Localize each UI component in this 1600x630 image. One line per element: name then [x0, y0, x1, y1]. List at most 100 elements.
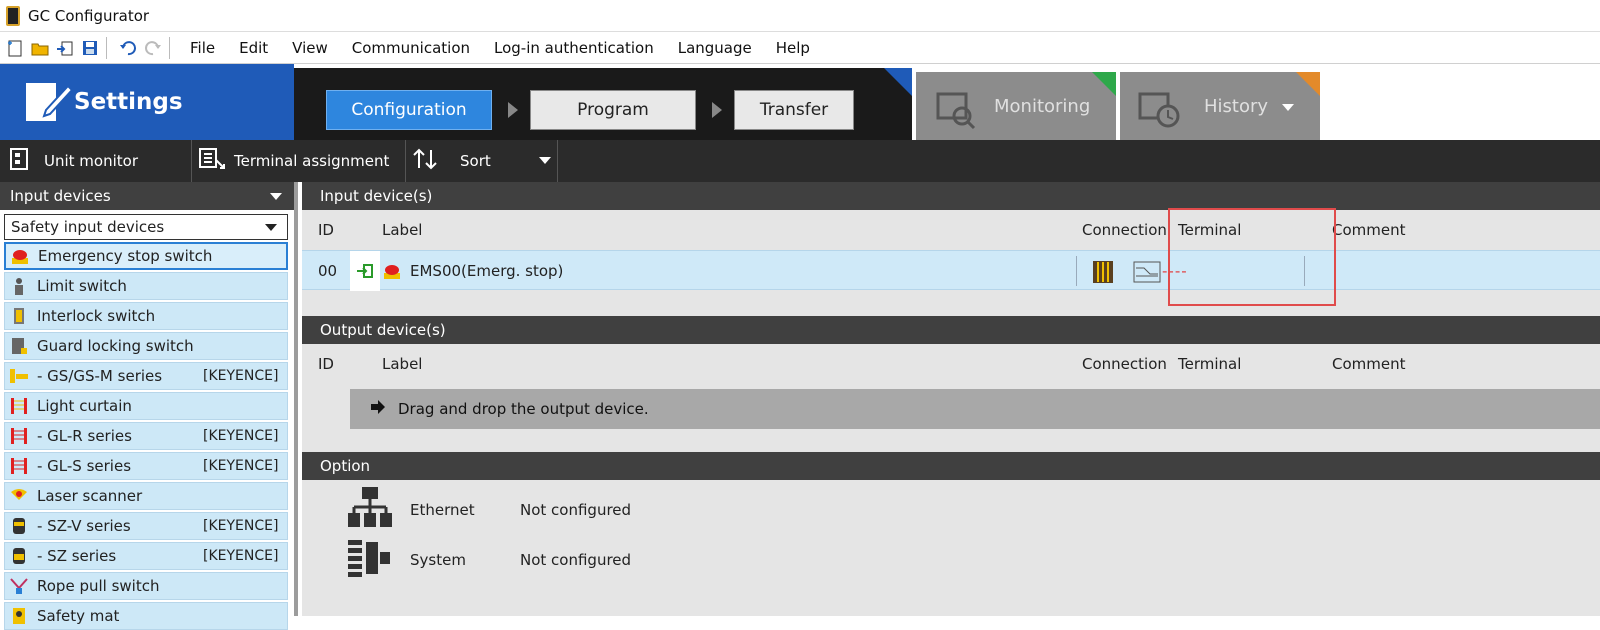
toolbar-divider — [106, 36, 107, 59]
table-row[interactable]: 00 EMS00(Emerg. stop) ---- — [302, 250, 1600, 291]
list-item[interactable]: Limit switch — [4, 272, 288, 300]
safety-mat-icon — [9, 606, 29, 626]
menu-file[interactable]: File — [190, 39, 215, 57]
list-item[interactable]: - SZ series [KEYENCE] — [4, 542, 288, 570]
terminal-assignment-label: Terminal assignment — [234, 152, 390, 170]
list-item-maker: [KEYENCE] — [203, 428, 279, 444]
menu-login-authentication[interactable]: Log-in authentication — [494, 39, 654, 57]
system-icon — [348, 538, 392, 582]
column-divider — [1076, 256, 1077, 286]
settings-edit-icon — [24, 80, 74, 124]
list-item-label: - SZ-V series — [37, 517, 131, 535]
list-item-label: - SZ series — [37, 547, 117, 565]
redo-icon[interactable] — [143, 38, 163, 58]
wiring-icon[interactable] — [1132, 260, 1162, 288]
emergency-stop-icon — [10, 246, 30, 266]
network-icon — [348, 487, 392, 533]
option-status: Not configured — [520, 551, 632, 569]
open-folder-icon[interactable] — [30, 38, 50, 58]
tab-history[interactable]: History — [1120, 72, 1320, 140]
settings-header: Settings — [0, 64, 294, 140]
tab-monitoring[interactable]: Monitoring — [916, 72, 1116, 140]
menu-language[interactable]: Language — [678, 39, 752, 57]
title-bar: GC Configurator — [0, 0, 1600, 32]
input-arrow-icon — [350, 251, 380, 291]
mode-ribbon: Configuration Program Transfer Monitorin… — [294, 64, 1600, 140]
light-curtain-icon — [9, 426, 29, 446]
option-ethernet[interactable]: Ethernet Not configured — [348, 487, 848, 533]
tab-monitoring-label: Monitoring — [994, 96, 1091, 117]
list-item-label: Light curtain — [37, 397, 132, 415]
list-item[interactable]: Safety mat — [4, 602, 288, 630]
row-label: EMS00(Emerg. stop) — [410, 262, 564, 280]
list-item[interactable]: Emergency stop switch — [4, 242, 288, 270]
undo-icon[interactable] — [118, 38, 138, 58]
gs-series-icon — [9, 366, 29, 386]
list-item[interactable]: Guard locking switch — [4, 332, 288, 360]
monitoring-icon — [936, 90, 976, 134]
column-connection: Connection — [1082, 221, 1167, 239]
step-configuration[interactable]: Configuration — [326, 90, 492, 130]
history-corner-marker — [1296, 72, 1320, 96]
column-label: Label — [382, 221, 423, 239]
step-arrow-icon — [712, 102, 722, 118]
unit-monitor-button[interactable]: Unit monitor — [0, 140, 192, 182]
terminal-block-icon[interactable] — [1092, 260, 1114, 288]
step-transfer[interactable]: Transfer — [734, 90, 854, 130]
menu-bar: File Edit View Communication Log-in auth… — [0, 32, 1600, 64]
arrow-right-icon — [370, 400, 386, 418]
menu-communication[interactable]: Communication — [352, 39, 470, 57]
chevron-down-icon — [265, 224, 277, 231]
section-header: Option — [302, 452, 1600, 480]
table-header: ID Label Connection Terminal Comment — [302, 210, 1600, 250]
menu-view[interactable]: View — [292, 39, 328, 57]
terminal-assignment-button[interactable]: Terminal assignment — [192, 140, 406, 182]
light-curtain-icon — [9, 456, 29, 476]
column-comment: Comment — [1332, 355, 1406, 373]
list-item[interactable]: - GL-R series [KEYENCE] — [4, 422, 288, 450]
list-item-label: Interlock switch — [37, 307, 156, 325]
option-system[interactable]: System Not configured — [348, 538, 848, 582]
new-file-icon[interactable] — [5, 38, 25, 58]
guard-locking-icon — [9, 336, 29, 356]
list-item[interactable]: - SZ-V series [KEYENCE] — [4, 512, 288, 540]
light-curtain-icon — [9, 396, 29, 416]
device-category-dropdown[interactable]: Input devices — [0, 182, 294, 210]
list-item[interactable]: - GL-S series [KEYENCE] — [4, 452, 288, 480]
column-connection: Connection — [1082, 355, 1167, 373]
import-icon[interactable] — [55, 38, 75, 58]
sort-button[interactable]: Sort — [406, 140, 558, 182]
history-dropdown-icon[interactable] — [1282, 104, 1294, 111]
drop-hint: Drag and drop the output device. — [398, 400, 649, 418]
list-item[interactable]: Light curtain — [4, 392, 288, 420]
scanner-icon — [9, 516, 29, 536]
list-item[interactable]: Rope pull switch — [4, 572, 288, 600]
app-icon — [6, 5, 20, 26]
unit-monitor-icon — [8, 147, 30, 175]
list-item-label: Emergency stop switch — [38, 247, 213, 265]
list-item[interactable]: - GS/GS-M series [KEYENCE] — [4, 362, 288, 390]
menu-help[interactable]: Help — [776, 39, 810, 57]
device-category-label: Input devices — [10, 187, 111, 205]
menu-edit[interactable]: Edit — [239, 39, 268, 57]
column-label: Label — [382, 355, 423, 373]
terminal-assignment-icon — [198, 146, 226, 176]
output-drop-zone[interactable]: Drag and drop the output device. — [350, 389, 1600, 429]
step-program[interactable]: Program — [530, 90, 696, 130]
interlock-switch-icon — [9, 306, 29, 326]
list-item-label: Limit switch — [37, 277, 127, 295]
list-item-label: Guard locking switch — [37, 337, 194, 355]
list-item-label: - GL-R series — [37, 427, 132, 445]
history-icon — [1138, 90, 1182, 134]
column-id: ID — [318, 355, 334, 373]
list-item[interactable]: Interlock switch — [4, 302, 288, 330]
device-filter-value: Safety input devices — [11, 218, 165, 236]
device-filter-select[interactable]: Safety input devices — [4, 214, 288, 240]
list-item-maker: [KEYENCE] — [203, 548, 279, 564]
list-item-maker: [KEYENCE] — [203, 518, 279, 534]
step-arrow-icon — [508, 102, 518, 118]
list-item[interactable]: Laser scanner — [4, 482, 288, 510]
toolbar-divider — [169, 36, 170, 59]
list-item-label: - GL-S series — [37, 457, 132, 475]
save-icon[interactable] — [80, 38, 100, 58]
